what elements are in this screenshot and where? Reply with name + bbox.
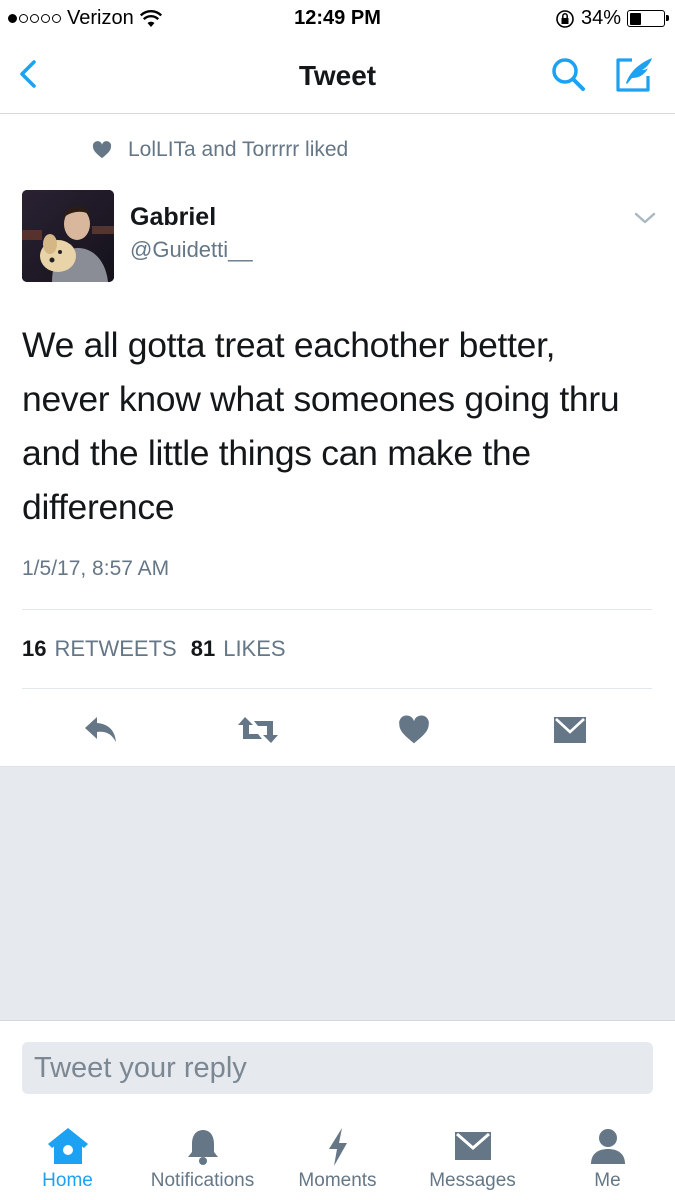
reply-button[interactable] [78,710,124,750]
tab-label: Messages [429,1170,516,1191]
tweet-actions [0,700,675,766]
tab-label: Moments [298,1170,377,1191]
reply-input[interactable] [22,1042,653,1094]
envelope-icon [454,1132,491,1160]
tab-bar: Home Notifications Moments Messages Me [0,1108,675,1200]
tweet-timestamp: 1/5/17, 8:57 AM [22,557,170,580]
tweet-options-button[interactable] [632,208,658,228]
tweet-text: We all gotta treat eachother better, nev… [22,325,620,527]
author-handle[interactable]: @Guidetti__ [130,237,253,263]
tweet-detail-screen: Verizon 12:49 PM 34% Tweet LolLITa and T… [0,0,675,1200]
search-icon [552,58,585,91]
tab-notifications[interactable]: Notifications [135,1108,270,1200]
retweets-count: 16 [22,636,47,661]
compose-button[interactable] [612,52,658,96]
tab-label: Notifications [150,1170,255,1191]
reply-icon [85,717,116,742]
compose-tweet-icon [616,58,652,92]
empty-replies-area [0,766,675,1020]
avatar-photo [22,190,114,282]
reply-bar [0,1020,675,1108]
tab-moments[interactable]: Moments [270,1108,405,1200]
person-icon [590,1129,625,1164]
retweet-button[interactable] [235,710,281,750]
likes-stat[interactable]: 81 LIKES [191,636,286,662]
direct-message-button[interactable] [547,710,593,750]
battery-percent: 34% [580,7,621,29]
heart-icon [92,141,112,159]
battery-icon [627,10,669,27]
battery-level [629,12,641,25]
author-name[interactable]: Gabriel [130,203,216,232]
retweets-stat[interactable]: 16 RETWEETS [22,636,177,662]
like-button[interactable] [391,710,437,750]
direct-message-icon [554,717,586,743]
social-context-text[interactable]: LolLITa and Torrrrr liked [128,138,348,162]
home-icon [47,1128,88,1164]
avatar[interactable] [22,190,114,282]
search-button[interactable] [548,54,588,94]
nav-bar: Tweet [0,38,675,114]
divider [22,609,652,610]
bell-icon [187,1130,218,1165]
tab-label: Home [42,1170,93,1191]
chevron-down-icon [634,212,656,224]
likes-count: 81 [190,636,216,661]
tweet-stats: 16 RETWEETS 81 LIKES [22,636,286,662]
retweet-icon [238,717,278,743]
divider [22,688,652,689]
retweets-label: RETWEETS [54,636,177,661]
status-right: 34% [555,7,669,30]
tab-home[interactable]: Home [0,1108,135,1200]
likes-label: LIKES [223,636,286,661]
lightning-icon [328,1128,347,1166]
tab-label: Me [594,1170,621,1191]
orientation-lock-icon [556,9,574,28]
social-context: LolLITa and Torrrrr liked [92,138,348,162]
tab-me[interactable]: Me [540,1108,675,1200]
status-bar: Verizon 12:49 PM 34% [0,0,675,38]
tab-messages[interactable]: Messages [405,1108,540,1200]
heart-icon [399,715,429,744]
